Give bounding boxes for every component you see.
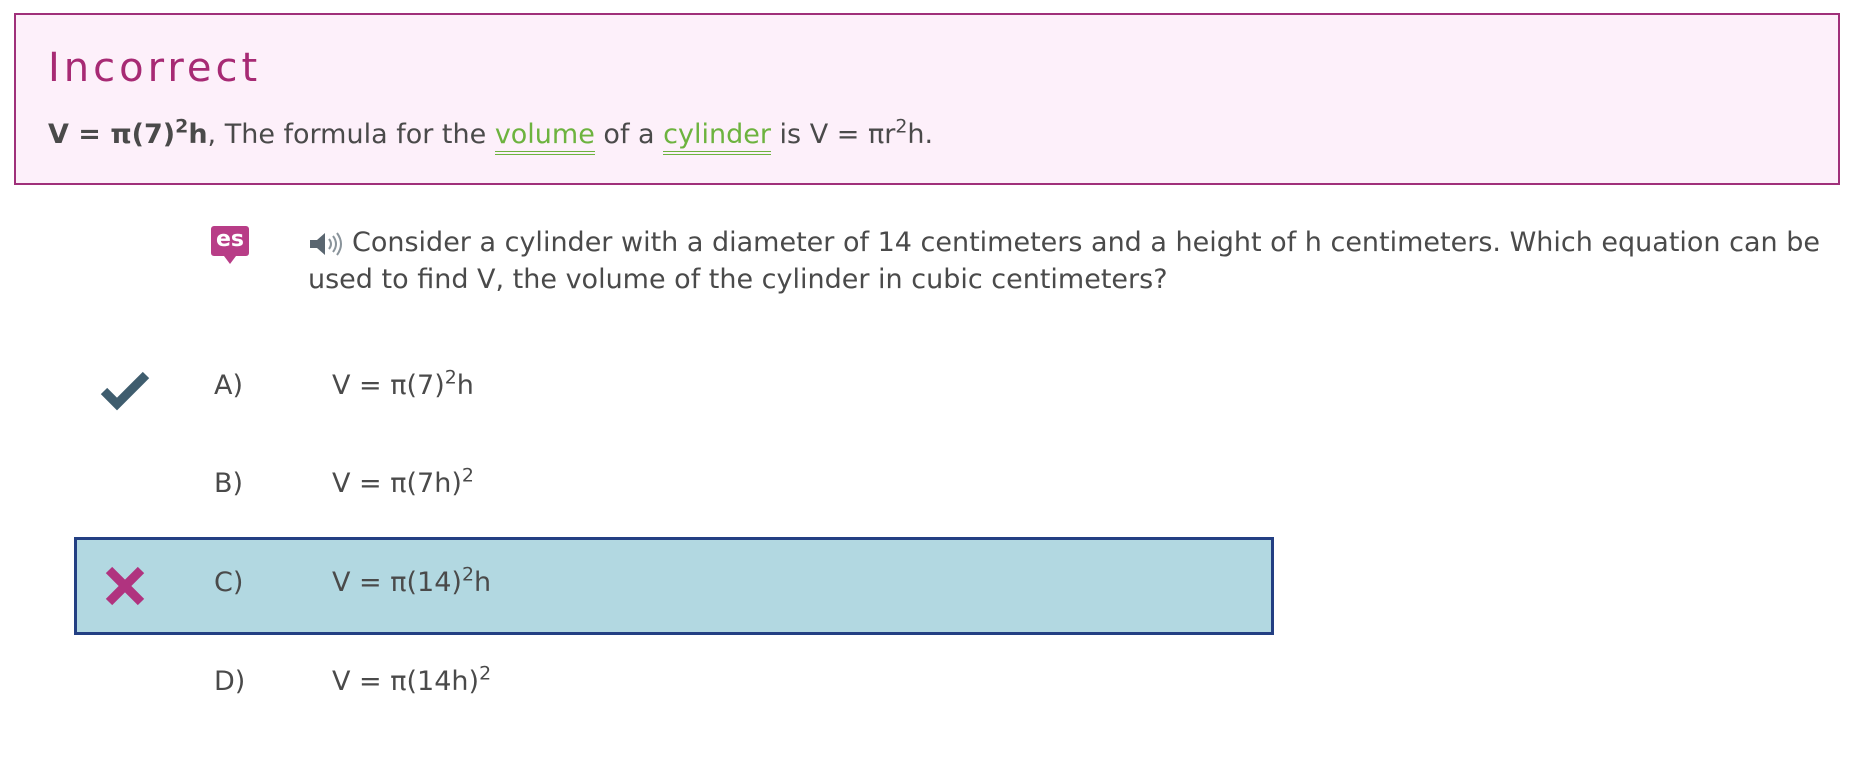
correct-answer-tail: h <box>188 119 208 150</box>
choice-a[interactable]: A) V = π(7)2h <box>74 340 1274 438</box>
choice-equation: V = π(14h)2 <box>332 662 492 697</box>
spanish-translation-icon[interactable]: es <box>211 226 249 264</box>
check-mark-icon <box>100 371 150 411</box>
choice-letter: A) <box>214 370 244 401</box>
choice-equation: V = π(7h)2 <box>332 464 474 499</box>
explanation-of-a: of a <box>594 119 664 150</box>
choice-c[interactable]: C) V = π(14)2h <box>74 537 1274 635</box>
formula-prefix: is V = πr <box>770 119 896 150</box>
choice-letter: B) <box>214 468 244 499</box>
x-mark-icon <box>105 566 145 606</box>
glossary-link-volume[interactable]: volume <box>494 119 595 155</box>
feedback-explanation: V = π(7)2h, The formula for the volume o… <box>48 115 934 155</box>
explanation-prefix: , The formula for the <box>207 119 495 150</box>
question-text: Consider a cylinder with a diameter of 1… <box>308 227 1820 295</box>
correct-answer-exponent: 2 <box>175 115 189 138</box>
choice-letter: C) <box>214 567 244 598</box>
choice-b[interactable]: B) V = π(7h)2 <box>74 438 1274 536</box>
choice-letter: D) <box>214 666 246 697</box>
choice-d[interactable]: D) V = π(14h)2 <box>74 636 1274 734</box>
correct-answer-base: V = π(7) <box>48 119 176 150</box>
formula-suffix: h. <box>907 119 934 150</box>
feedback-panel: Incorrect V = π(7)2h, The formula for th… <box>14 13 1840 185</box>
correct-answer: V = π(7)2h <box>48 115 208 150</box>
glossary-link-cylinder[interactable]: cylinder <box>663 119 771 155</box>
formula-exponent: 2 <box>895 115 908 138</box>
choice-equation: V = π(14)2h <box>332 563 492 598</box>
feedback-title: Incorrect <box>48 45 262 91</box>
choice-equation: V = π(7)2h <box>332 366 474 401</box>
